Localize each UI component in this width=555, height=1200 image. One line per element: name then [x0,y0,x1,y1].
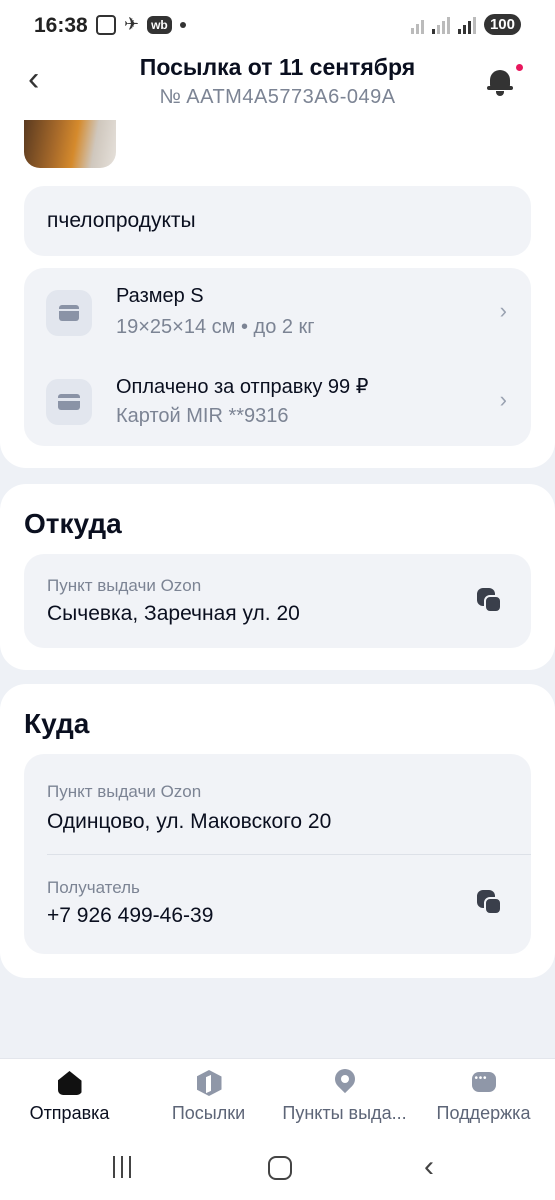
status-bar: 16:38 ✈ wb 100 [0,0,555,52]
parcel-info-list: Размер S 19×25×14 см • до 2 кг › Оплачен… [24,268,531,446]
tab-send[interactable]: Отправка [0,1069,139,1124]
divider [47,854,531,855]
to-section: Куда Пункт выдачи Ozon Одинцово, ул. Мак… [0,684,555,978]
tab-label: Поддержка [436,1103,531,1123]
payment-title: Оплачено за отправку 99 ₽ [116,376,369,398]
chevron-right-icon: › [499,298,507,323]
tab-pickup-points[interactable]: Пункты выда... [275,1064,414,1124]
copy-icon[interactable] [477,588,503,614]
payment-row[interactable]: Оплачено за отправку 99 ₽ Картой MIR **9… [24,357,531,446]
home-icon [56,1069,84,1097]
notifications-bell-icon[interactable] [487,64,523,96]
unread-dot [516,64,523,71]
system-navigation-bar: ‹ [0,1140,555,1200]
signal-sim1-icon [431,16,450,34]
recipient-phone: +7 926 499-46-39 [47,904,214,927]
status-system-icons: 100 [410,14,521,35]
to-address: Одинцово, ул. Маковского 20 [47,810,332,833]
tab-label: Отправка [29,1103,110,1123]
from-pickup-label: Пункт выдачи Ozon [47,576,202,595]
from-address: Сычевка, Заречная ул. 20 [47,602,300,625]
status-notification-icons: ✈ wb [96,14,186,35]
tab-label: Пункты выда... [282,1103,407,1123]
page-header: ‹ Посылка от 11 сентября № AATM4A5773A6-… [0,52,555,120]
status-time: 16:38 [34,14,88,37]
page-title: Посылка от 11 сентября [139,54,416,80]
wb-app-icon: wb [147,15,172,34]
recent-apps-icon[interactable] [113,1156,131,1178]
chevron-right-icon: › [499,387,507,412]
home-button-icon[interactable] [268,1156,292,1180]
pin-icon [330,1064,359,1097]
system-back-icon[interactable]: ‹ [424,1150,434,1184]
payment-card-icon [46,379,92,425]
box-icon [46,290,92,336]
from-address-box[interactable]: Пункт выдачи Ozon Сычевка, Заречная ул. … [24,554,531,648]
signal-sim2-icon [457,16,476,34]
recipient-label: Получатель [47,878,140,897]
from-title: Откуда [24,508,122,539]
parcel-icon [195,1069,223,1097]
screenshot-icon [96,14,116,35]
battery-indicator: 100 [483,14,521,35]
parcel-photo[interactable] [24,120,116,168]
to-pickup-label: Пункт выдачи Ozon [47,782,202,801]
chat-icon [470,1069,498,1097]
wifi-icon [410,16,424,34]
to-details-box: Пункт выдачи Ozon Одинцово, ул. Маковско… [24,754,531,954]
size-details: 19×25×14 см • до 2 кг [116,316,315,338]
parcel-details-card: пчелопродукты Размер S 19×25×14 см • до … [0,120,555,468]
tab-parcels[interactable]: Посылки [139,1069,278,1124]
tracking-number: № AATM4A5773A6-049A [159,86,396,108]
size-title: Размер S [116,285,204,307]
from-section: Откуда Пункт выдачи Ozon Сычевка, Заречн… [0,484,555,670]
tab-support[interactable]: Поддержка [414,1069,553,1124]
copy-icon[interactable] [477,890,503,916]
tab-label: Посылки [171,1103,246,1123]
telegram-icon: ✈ [124,14,140,34]
parcel-description: пчелопродукты [47,209,196,232]
more-notifications-icon [179,21,186,28]
parcel-description-box: пчелопродукты [24,186,531,256]
to-title: Куда [24,708,90,739]
size-row[interactable]: Размер S 19×25×14 см • до 2 кг › [24,268,531,357]
payment-details: Картой MIR **9316 [116,405,289,427]
